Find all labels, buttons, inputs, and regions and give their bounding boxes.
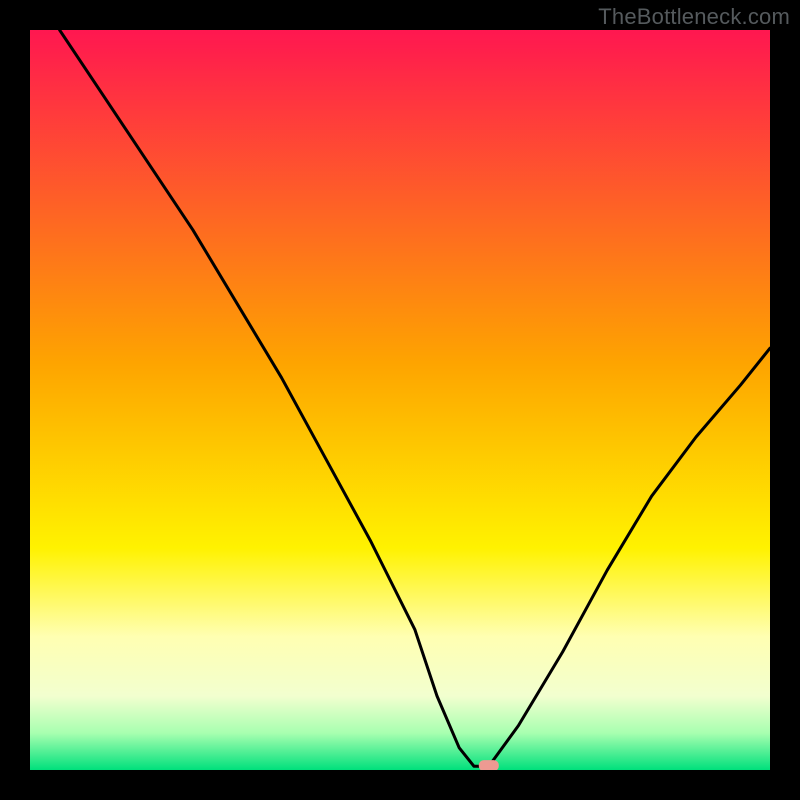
- plot-area: [30, 30, 770, 770]
- optimal-point-marker: [479, 760, 499, 770]
- watermark-text: TheBottleneck.com: [598, 4, 790, 30]
- gradient-background: [30, 30, 770, 770]
- chart-frame: TheBottleneck.com: [0, 0, 800, 800]
- chart-svg: [30, 30, 770, 770]
